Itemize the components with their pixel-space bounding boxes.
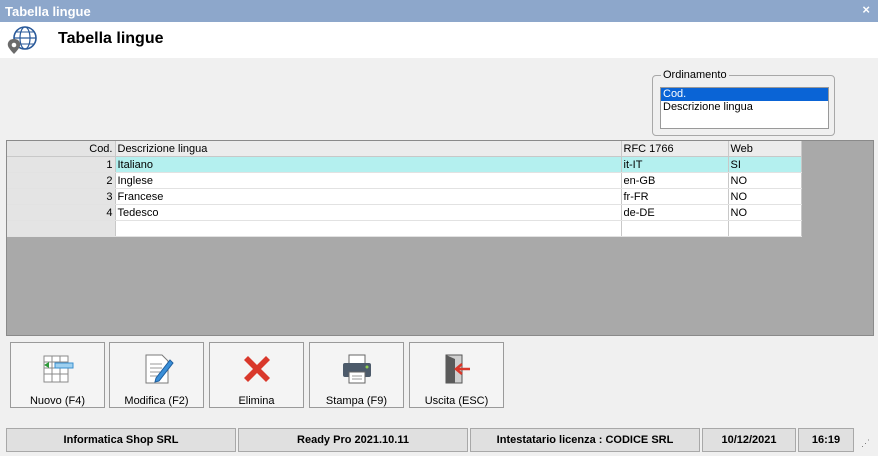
table-row[interactable]: 4 Tedesco de-DE NO <box>7 204 802 221</box>
elimina-button[interactable]: Elimina <box>209 342 304 408</box>
cell-descrizione: Tedesco <box>115 204 622 221</box>
modifica-button[interactable]: Modifica (F2) <box>109 342 204 408</box>
ordinamento-option-descrizione[interactable]: Descrizione lingua <box>661 101 828 114</box>
column-header-web[interactable]: Web <box>728 141 802 157</box>
status-date: 10/12/2021 <box>702 428 796 452</box>
cell-rfc: it-IT <box>621 156 729 173</box>
cell-web: NO <box>728 204 802 221</box>
ordinamento-listbox[interactable]: Cod. Descrizione lingua <box>660 87 829 129</box>
table-row[interactable]: 2 Inglese en-GB NO <box>7 172 802 189</box>
status-time: 16:19 <box>798 428 854 452</box>
table-row-empty[interactable] <box>7 220 802 237</box>
nuovo-label: Nuovo (F4) <box>29 395 86 407</box>
printer-icon <box>343 354 371 384</box>
cell-rfc: de-DE <box>621 204 729 221</box>
nuovo-button[interactable]: Nuovo (F4) <box>10 342 105 408</box>
cell-empty <box>621 220 729 237</box>
ordinamento-group: Ordinamento Cod. Descrizione lingua <box>652 69 835 136</box>
cell-cod-empty <box>7 220 116 237</box>
cell-web: NO <box>728 188 802 205</box>
status-bar: Informatica Shop SRL Ready Pro 2021.10.1… <box>6 428 874 452</box>
cell-cod: 3 <box>7 188 116 205</box>
modifica-label: Modifica (F2) <box>124 395 189 407</box>
stampa-button[interactable]: Stampa (F9) <box>309 342 404 408</box>
cell-cod: 2 <box>7 172 116 189</box>
ordinamento-option-cod[interactable]: Cod. <box>661 88 828 101</box>
uscita-label: Uscita (ESC) <box>424 395 489 407</box>
new-record-icon <box>43 355 74 383</box>
cell-rfc: fr-FR <box>621 188 729 205</box>
resize-grip-icon[interactable]: ⋰ <box>861 438 870 449</box>
elimina-label: Elimina <box>238 395 275 407</box>
column-header-cod[interactable]: Cod. <box>7 141 116 157</box>
cell-cod: 4 <box>7 204 116 221</box>
cell-empty <box>728 220 802 237</box>
column-header-descrizione[interactable]: Descrizione lingua <box>115 141 622 157</box>
cell-web: SI <box>728 156 802 173</box>
languages-table: Cod. Descrizione lingua RFC 1766 Web 1 I… <box>7 141 802 237</box>
table-row[interactable]: 3 Francese fr-FR NO <box>7 188 802 205</box>
cell-descrizione: Italiano <box>115 156 622 173</box>
cell-descrizione: Francese <box>115 188 622 205</box>
stampa-label: Stampa (F9) <box>325 395 388 407</box>
cell-descrizione: Inglese <box>115 172 622 189</box>
cell-rfc: en-GB <box>621 172 729 189</box>
uscita-button[interactable]: Uscita (ESC) <box>409 342 504 408</box>
edit-document-icon <box>145 354 174 384</box>
exit-door-icon <box>445 354 470 384</box>
window-titlebar: Tabella lingue × <box>0 0 878 22</box>
cell-web: NO <box>728 172 802 189</box>
column-header-rfc[interactable]: RFC 1766 <box>621 141 729 157</box>
status-license: Intestatario licenza : CODICE SRL <box>470 428 700 452</box>
status-company: Informatica Shop SRL <box>6 428 236 452</box>
table-row[interactable]: 1 Italiano it-IT SI <box>7 156 802 173</box>
globe-pin-icon <box>7 26 37 54</box>
cell-empty <box>115 220 622 237</box>
close-icon[interactable]: × <box>862 2 870 17</box>
cell-cod: 1 <box>7 156 116 173</box>
languages-grid[interactable]: Cod. Descrizione lingua RFC 1766 Web 1 I… <box>6 140 874 336</box>
status-version: Ready Pro 2021.10.11 <box>238 428 468 452</box>
ordinamento-label: Ordinamento <box>661 69 729 81</box>
delete-x-icon <box>244 356 270 382</box>
page-title: Tabella lingue <box>58 30 164 47</box>
page-header: Tabella lingue <box>0 22 878 58</box>
window-title: Tabella lingue <box>5 4 91 19</box>
